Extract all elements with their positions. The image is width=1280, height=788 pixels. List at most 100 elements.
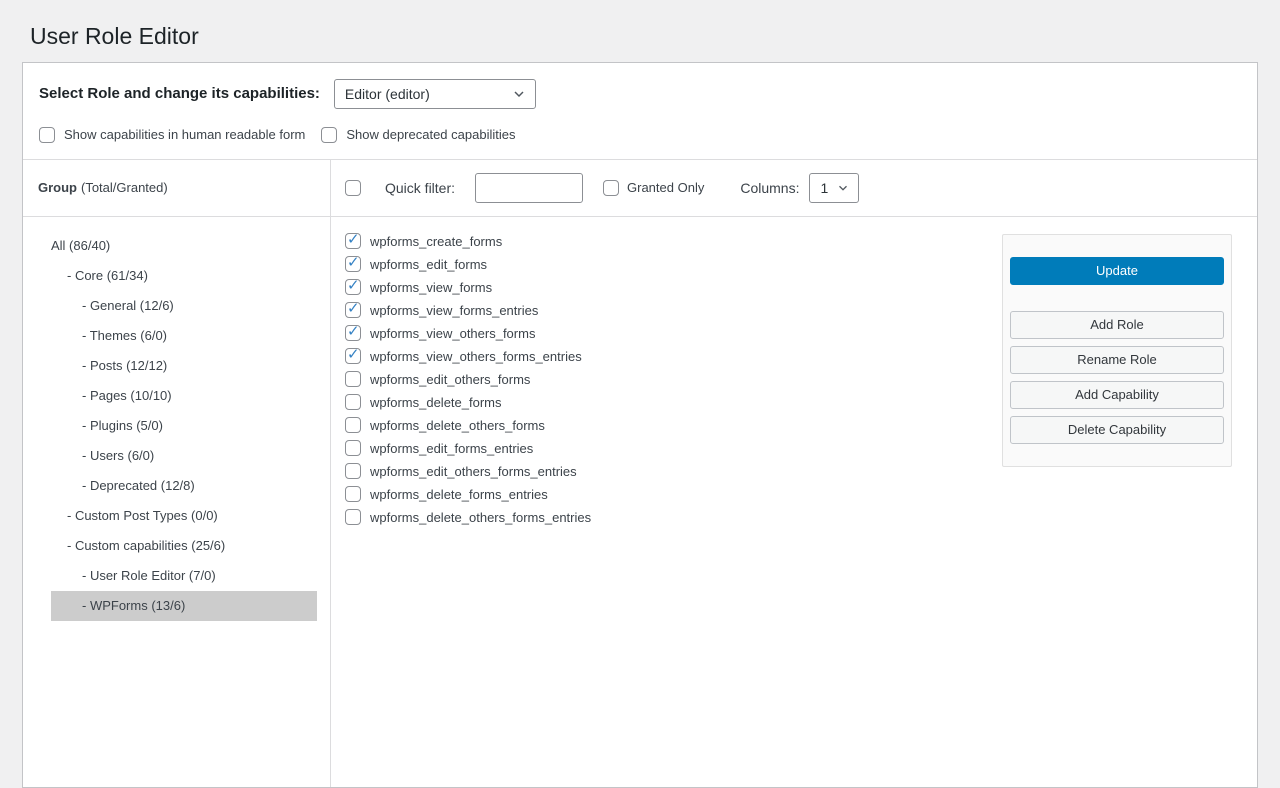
capability-list: wpforms_create_forms wpforms_edit_formswp… <box>331 217 1002 787</box>
granted-only-checkbox[interactable] <box>603 180 619 196</box>
show-human-readable-checkbox[interactable] <box>39 127 55 143</box>
capability-row[interactable]: wpforms_delete_forms <box>345 391 1002 414</box>
capability-checkbox[interactable] <box>345 348 361 364</box>
capability-checkbox[interactable] <box>345 463 361 479</box>
capability-name: wpforms_delete_others_forms <box>370 418 545 433</box>
group-tree-item[interactable]: - Pages (10/10) <box>51 381 317 411</box>
capability-row[interactable]: wpforms_delete_others_forms <box>345 414 1002 437</box>
show-deprecated-checkbox[interactable] <box>321 127 337 143</box>
show-deprecated-label: Show deprecated capabilities <box>346 127 515 142</box>
capability-row[interactable]: wpforms_view_forms_entries <box>345 299 1002 322</box>
group-tree-item-label: - Custom Post Types (0/0) <box>67 508 218 523</box>
group-tree-item[interactable]: - Plugins (5/0) <box>51 411 317 441</box>
capability-name: wpforms_edit_others_forms <box>370 372 530 387</box>
capability-row[interactable]: wpforms_create_forms <box>345 230 1002 253</box>
group-tree-item-label: - Custom capabilities (25/6) <box>67 538 225 553</box>
capability-checkbox[interactable] <box>345 256 361 272</box>
role-select[interactable]: Editor (editor) <box>334 79 536 109</box>
capability-name: wpforms_edit_others_forms_entries <box>370 464 577 479</box>
quick-filter-label: Quick filter: <box>385 180 455 196</box>
capability-name: wpforms_view_forms_entries <box>370 303 538 318</box>
capability-name: wpforms_delete_forms <box>370 395 502 410</box>
show-human-readable-label: Show capabilities in human readable form <box>64 127 305 142</box>
filter-controls: Quick filter: Granted Only Columns: 1 <box>331 160 1257 216</box>
role-selector-label: Select Role and change its capabilities: <box>39 85 320 102</box>
capability-name: wpforms_view_others_forms <box>370 326 535 341</box>
capability-checkbox[interactable] <box>345 325 361 341</box>
group-header: Group (Total/Granted) <box>23 160 331 216</box>
group-tree-item-label: - General (12/6) <box>82 298 174 313</box>
content-area: All (86/40) - Core (61/34) - General (12/6… <box>23 217 1257 787</box>
columns-select-value: 1 <box>820 180 828 196</box>
capability-checkbox[interactable] <box>345 279 361 295</box>
rename-role-button[interactable]: Rename Role <box>1010 346 1224 374</box>
capability-checkbox[interactable] <box>345 440 361 456</box>
capability-row[interactable]: wpforms_edit_forms <box>345 253 1002 276</box>
show-deprecated-option[interactable]: Show deprecated capabilities <box>321 127 515 143</box>
delete-capability-button[interactable]: Delete Capability <box>1010 416 1224 444</box>
group-tree-item[interactable]: - Deprecated (12/8) <box>51 471 317 501</box>
capability-row[interactable]: wpforms_view_others_forms <box>345 322 1002 345</box>
group-tree-item[interactable]: All (86/40) <box>51 231 317 261</box>
select-all-checkbox[interactable] <box>345 180 361 196</box>
capability-name: wpforms_edit_forms <box>370 257 487 272</box>
group-tree-item[interactable]: - General (12/6) <box>51 291 317 321</box>
group-tree-item-label: - Core (61/34) <box>67 268 148 283</box>
capability-name: wpforms_view_others_forms_entries <box>370 349 582 364</box>
page-title: User Role Editor <box>0 0 1280 62</box>
quick-filter-input[interactable] <box>475 173 583 203</box>
group-tree-item-label: - Deprecated (12/8) <box>82 478 195 493</box>
group-tree: All (86/40) - Core (61/34) - General (12/6… <box>23 217 331 787</box>
group-header-suffix: (Total/Granted) <box>81 180 168 195</box>
capability-row[interactable]: wpforms_view_forms <box>345 276 1002 299</box>
add-role-button[interactable]: Add Role <box>1010 311 1224 339</box>
capability-checkbox[interactable] <box>345 417 361 433</box>
group-tree-item-label: All (86/40) <box>51 238 110 253</box>
capability-checkbox[interactable] <box>345 394 361 410</box>
capability-checkbox[interactable] <box>345 371 361 387</box>
columns-label: Columns: <box>740 180 799 196</box>
user-role-editor-panel: Select Role and change its capabilities:… <box>22 62 1258 788</box>
group-tree-item[interactable]: - Themes (6/0) <box>51 321 317 351</box>
group-tree-item[interactable]: - Core (61/34) <box>51 261 317 291</box>
capability-row[interactable]: wpforms_edit_forms_entries <box>345 437 1002 460</box>
add-capability-button[interactable]: Add Capability <box>1010 381 1224 409</box>
capability-name: wpforms_edit_forms_entries <box>370 441 533 456</box>
update-button[interactable]: Update <box>1010 257 1224 285</box>
capability-checkbox[interactable] <box>345 509 361 525</box>
group-tree-item[interactable]: - Custom Post Types (0/0) <box>51 501 317 531</box>
group-tree-item-label: - WPForms (13/6) <box>82 598 185 613</box>
group-tree-item-label: - Themes (6/0) <box>82 328 167 343</box>
capability-name: wpforms_create_forms <box>370 234 502 249</box>
actions-panel: Update Add Role Rename Role Add Capabili… <box>1002 234 1232 467</box>
granted-only-label: Granted Only <box>627 180 704 195</box>
capability-row[interactable]: wpforms_edit_others_forms <box>345 368 1002 391</box>
show-human-readable-option[interactable]: Show capabilities in human readable form <box>39 127 305 143</box>
capability-name: wpforms_delete_others_forms_entries <box>370 510 591 525</box>
capability-checkbox[interactable] <box>345 233 361 249</box>
chevron-down-icon <box>836 181 850 195</box>
capability-row[interactable]: wpforms_edit_others_forms_entries <box>345 460 1002 483</box>
capability-row[interactable]: wpforms_delete_others_forms_entries <box>345 506 1002 529</box>
view-options-row: Show capabilities in human readable form… <box>23 113 1257 159</box>
capability-name: wpforms_delete_forms_entries <box>370 487 548 502</box>
group-tree-item[interactable]: - WPForms (13/6) <box>51 591 317 621</box>
filter-bar: Group (Total/Granted) Quick filter: Gran… <box>23 159 1257 217</box>
capability-checkbox[interactable] <box>345 486 361 502</box>
group-tree-item[interactable]: - User Role Editor (7/0) <box>51 561 317 591</box>
role-selector-row: Select Role and change its capabilities:… <box>23 63 1257 113</box>
group-tree-item[interactable]: - Posts (12/12) <box>51 351 317 381</box>
group-header-label: Group <box>38 180 77 195</box>
chevron-down-icon <box>511 86 527 102</box>
group-tree-item-label: - Pages (10/10) <box>82 388 172 403</box>
group-tree-item-label: - Plugins (5/0) <box>82 418 163 433</box>
group-tree-item-label: - User Role Editor (7/0) <box>82 568 216 583</box>
group-tree-item[interactable]: - Users (6/0) <box>51 441 317 471</box>
capability-row[interactable]: wpforms_view_others_forms_entries <box>345 345 1002 368</box>
capability-checkbox[interactable] <box>345 302 361 318</box>
group-tree-item[interactable]: - Custom capabilities (25/6) <box>51 531 317 561</box>
columns-select[interactable]: 1 <box>809 173 859 203</box>
role-select-value: Editor (editor) <box>345 86 430 102</box>
capability-row[interactable]: wpforms_delete_forms_entries <box>345 483 1002 506</box>
group-tree-item-label: - Users (6/0) <box>82 448 154 463</box>
